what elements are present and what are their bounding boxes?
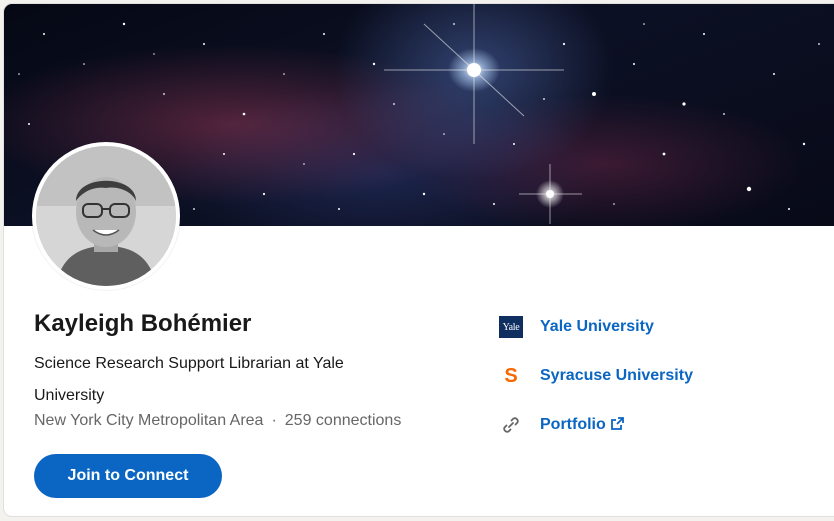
profile-name: Kayleigh Bohémier bbox=[34, 310, 252, 337]
side-link-portfolio[interactable]: Portfolio bbox=[498, 410, 624, 440]
syracuse-logo-icon: S bbox=[504, 364, 518, 387]
profile-card: Kayleigh Bohémier Science Research Suppo… bbox=[4, 4, 834, 516]
profile-photo-frame bbox=[32, 142, 180, 290]
profile-location: New York City Metropolitan Area bbox=[34, 412, 264, 429]
profile-meta: New York City Metropolitan Area · 259 conn… bbox=[34, 412, 401, 430]
meta-separator: · bbox=[271, 412, 277, 429]
yale-logo-icon: Yale bbox=[498, 314, 524, 340]
link-icon bbox=[498, 412, 524, 438]
external-link-icon bbox=[610, 416, 624, 435]
side-link-label: Yale University bbox=[540, 318, 654, 335]
profile-photo bbox=[36, 146, 176, 286]
profile-headline: Science Research Support Librarian at Ya… bbox=[34, 355, 344, 404]
connections-count: 259 connections bbox=[284, 412, 402, 429]
join-to-connect-button[interactable]: Join to Connect bbox=[34, 454, 222, 498]
side-link-yale-university[interactable]: Yale Yale University bbox=[498, 312, 654, 342]
side-link-label: Portfolio bbox=[540, 416, 624, 435]
side-link-syracuse-university[interactable]: S Syracuse University bbox=[498, 361, 693, 391]
side-link-label: Syracuse University bbox=[540, 367, 693, 384]
